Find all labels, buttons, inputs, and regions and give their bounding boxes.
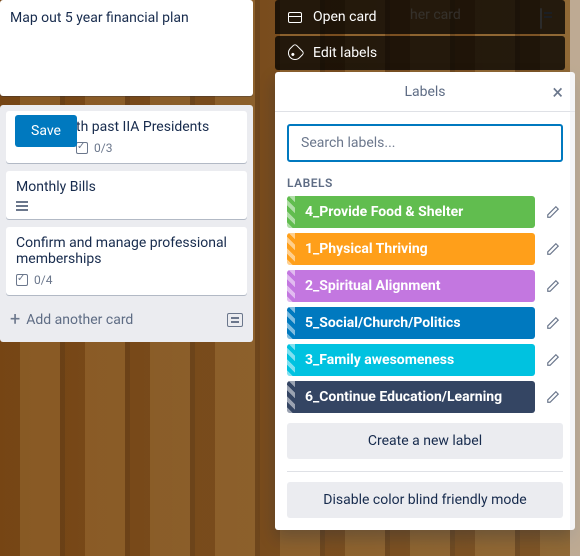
label-chip-0[interactable]: 4_Provide Food & Shelter (287, 196, 535, 228)
edit-label-icon[interactable] (543, 353, 563, 367)
label-text: 5_Social/Church/Politics (305, 315, 461, 331)
add-card-label: Add another card (26, 312, 133, 328)
checklist-icon (76, 142, 88, 154)
card-title: th past IIA Presidents (76, 119, 237, 135)
checklist-count: 0/4 (34, 273, 52, 287)
label-chip-3[interactable]: 5_Social/Church/Politics (287, 307, 535, 339)
label-text: 6_Continue Education/Learning (305, 389, 502, 405)
edit-label-icon[interactable] (543, 205, 563, 219)
menu-label: Edit labels (313, 45, 377, 61)
popover-title: Labels (404, 84, 445, 100)
edit-label-icon[interactable] (543, 316, 563, 330)
label-text: 2_Spiritual Alignment (305, 278, 440, 294)
label-text: 4_Provide Food & Shelter (305, 204, 463, 220)
menu-label: Open card (313, 9, 377, 25)
label-text: 3_Family awesomeness (305, 352, 454, 368)
colorblind-toggle[interactable]: Disable color blind friendly mode (287, 482, 563, 518)
context-menu: Open card Edit labels (275, 0, 565, 72)
plus-icon: + (10, 309, 20, 330)
compose-card[interactable]: Map out 5 year financial plan (0, 0, 253, 96)
edit-label-icon[interactable] (543, 242, 563, 256)
add-card-button[interactable]: + Add another card (10, 309, 133, 330)
create-label-button[interactable]: Create a new label (287, 423, 563, 459)
card-icon (287, 11, 303, 23)
label-text: 1_Physical Thriving (305, 241, 428, 257)
description-icon (16, 201, 30, 211)
label-chip-1[interactable]: 1_Physical Thriving (287, 233, 535, 265)
card-bills[interactable]: Monthly Bills (6, 171, 247, 219)
card-title: Confirm and manage professional membersh… (16, 235, 237, 267)
labels-popover: Labels × LABELS 4_Provide Food & Shelter… (275, 72, 575, 530)
card-title: Monthly Bills (16, 179, 237, 195)
edit-label-icon[interactable] (543, 390, 563, 404)
compose-text[interactable]: Map out 5 year financial plan (10, 8, 243, 28)
save-button[interactable]: Save (15, 115, 77, 147)
card-memberships[interactable]: Confirm and manage professional membersh… (6, 227, 247, 295)
edit-label-icon[interactable] (543, 279, 563, 293)
label-chip-5[interactable]: 6_Continue Education/Learning (287, 381, 535, 413)
template-icon[interactable] (227, 313, 243, 327)
close-icon[interactable]: × (552, 82, 563, 102)
label-chip-2[interactable]: 2_Spiritual Alignment (287, 270, 535, 302)
checklist-count: 0/3 (94, 141, 112, 155)
divider (287, 471, 563, 472)
menu-edit-labels[interactable]: Edit labels (275, 36, 565, 70)
tag-icon (287, 47, 303, 59)
search-input[interactable] (287, 124, 563, 162)
labels-section-title: LABELS (287, 176, 563, 190)
right-panel-edge (570, 0, 580, 556)
label-chip-4[interactable]: 3_Family awesomeness (287, 344, 535, 376)
checklist-icon (16, 274, 28, 286)
menu-open-card[interactable]: Open card (275, 0, 565, 34)
